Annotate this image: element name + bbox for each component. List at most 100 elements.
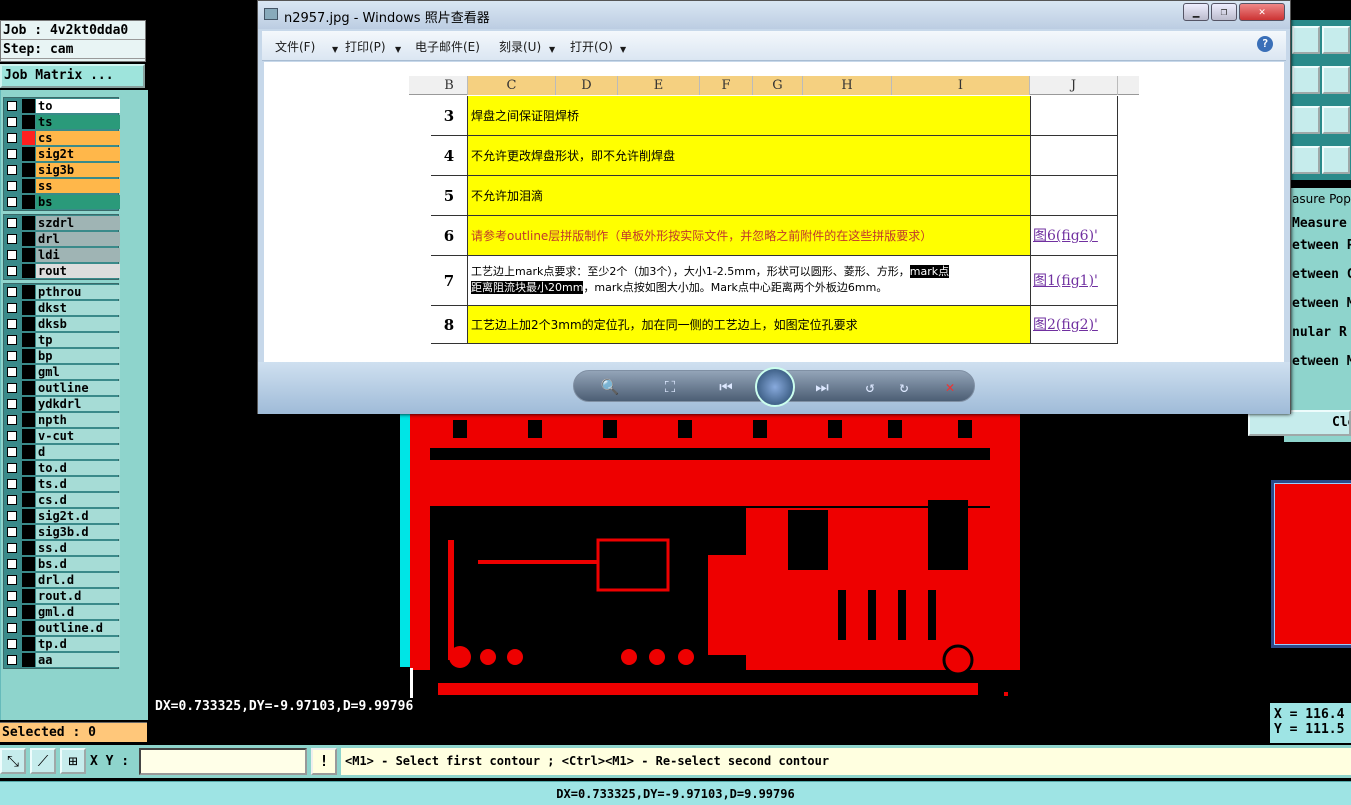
layer-checkbox[interactable] — [7, 447, 17, 457]
layer-checkbox[interactable] — [7, 575, 17, 585]
delete-icon[interactable]: ✕ — [938, 377, 962, 397]
layer-row[interactable]: rout — [4, 263, 120, 279]
layer-row[interactable]: bp — [4, 348, 120, 364]
layer-row[interactable]: bs — [4, 194, 120, 210]
xy-input[interactable] — [139, 748, 307, 775]
layer-row[interactable]: ss — [4, 178, 120, 194]
layer-row[interactable]: to — [4, 98, 120, 114]
layer-checkbox[interactable] — [7, 383, 17, 393]
menu-print[interactable]: 打印(P) — [345, 38, 386, 55]
layer-row[interactable]: ldi — [4, 247, 120, 263]
rotate-left-icon[interactable]: ↺ — [858, 377, 882, 397]
layer-checkbox[interactable] — [7, 431, 17, 441]
move-icon[interactable] — [1322, 106, 1350, 134]
layer-checkbox[interactable] — [7, 607, 17, 617]
layer-row[interactable]: dksb — [4, 316, 120, 332]
layer-row[interactable]: ts.d — [4, 476, 120, 492]
tool-button-4[interactable] — [1322, 66, 1350, 94]
zoom-area-icon[interactable]: ⤡ — [0, 748, 26, 774]
tool-button-7[interactable] — [1292, 146, 1320, 174]
maximize-icon[interactable]: ❐ — [1211, 3, 1237, 21]
layer-checkbox[interactable] — [7, 117, 17, 127]
minimize-icon[interactable]: ▁ — [1183, 3, 1209, 21]
viewer-titlebar[interactable]: n2957.jpg - Windows 照片查看器 ▁ ❐ ✕ — [258, 1, 1290, 29]
menu-burn[interactable]: 刻录(U) — [499, 38, 541, 55]
layer-row[interactable]: pthrou — [4, 284, 120, 300]
layer-row[interactable]: d — [4, 444, 120, 460]
layer-checkbox[interactable] — [7, 399, 17, 409]
layer-checkbox[interactable] — [7, 303, 17, 313]
layer-row[interactable]: ts — [4, 114, 120, 130]
layer-row[interactable]: dkst — [4, 300, 120, 316]
measure-option-2[interactable]: etween C — [1292, 267, 1351, 282]
measure-option-4[interactable]: nular R — [1292, 325, 1351, 340]
layer-checkbox[interactable] — [7, 543, 17, 553]
layer-checkbox[interactable] — [7, 527, 17, 537]
layer-checkbox[interactable] — [7, 165, 17, 175]
layer-row[interactable]: sig2t.d — [4, 508, 120, 524]
layer-checkbox[interactable] — [7, 367, 17, 377]
layer-row[interactable]: tp — [4, 332, 120, 348]
layer-row[interactable]: sig3b.d — [4, 524, 120, 540]
layer-row[interactable]: v-cut — [4, 428, 120, 444]
menu-email[interactable]: 电子邮件(E) — [415, 38, 480, 55]
layer-checkbox[interactable] — [7, 623, 17, 633]
layer-row[interactable]: drl — [4, 231, 120, 247]
layer-row[interactable]: bs.d — [4, 556, 120, 572]
warning-button[interactable]: ! — [311, 748, 337, 775]
layer-checkbox[interactable] — [7, 101, 17, 111]
layer-checkbox[interactable] — [7, 639, 17, 649]
tool-button-2[interactable] — [1322, 26, 1350, 54]
layer-checkbox[interactable] — [7, 287, 17, 297]
tool-button-3[interactable] — [1292, 66, 1320, 94]
menu-open[interactable]: 打开(O) — [570, 38, 613, 55]
layer-row[interactable]: outline — [4, 380, 120, 396]
layer-row[interactable]: sig3b — [4, 162, 120, 178]
layer-row[interactable]: outline.d — [4, 620, 120, 636]
tool-button-8[interactable] — [1322, 146, 1350, 174]
menu-file[interactable]: 文件(F) — [275, 38, 315, 55]
tool-button-5[interactable] — [1292, 106, 1320, 134]
close-window-icon[interactable]: ✕ — [1239, 3, 1285, 21]
layer-row[interactable]: gml.d — [4, 604, 120, 620]
fit-window-icon[interactable]: ⛶ — [658, 377, 682, 397]
layer-row[interactable]: aa — [4, 652, 120, 668]
layer-checkbox[interactable] — [7, 495, 17, 505]
layer-checkbox[interactable] — [7, 197, 17, 207]
zoom-icon[interactable]: 🔍 — [598, 377, 622, 397]
layer-checkbox[interactable] — [7, 479, 17, 489]
layer-checkbox[interactable] — [7, 181, 17, 191]
layer-checkbox[interactable] — [7, 351, 17, 361]
slideshow-icon[interactable] — [755, 367, 795, 407]
previous-icon[interactable]: ⏮ — [714, 377, 738, 397]
measure-tool-icon[interactable]: ⟋ — [30, 748, 56, 774]
measure-option-3[interactable]: etween M — [1292, 296, 1351, 311]
layer-checkbox[interactable] — [7, 133, 17, 143]
layer-checkbox[interactable] — [7, 591, 17, 601]
layer-checkbox[interactable] — [7, 149, 17, 159]
rotate-right-icon[interactable]: ↻ — [892, 377, 916, 397]
layer-checkbox[interactable] — [7, 218, 17, 228]
layer-checkbox[interactable] — [7, 266, 17, 276]
layer-row[interactable]: npth — [4, 412, 120, 428]
layer-row[interactable]: to.d — [4, 460, 120, 476]
help-icon[interactable]: ? — [1257, 36, 1273, 52]
layer-checkbox[interactable] — [7, 319, 17, 329]
layer-row[interactable]: tp.d — [4, 636, 120, 652]
layer-row[interactable]: drl.d — [4, 572, 120, 588]
layer-row[interactable]: ydkdrl — [4, 396, 120, 412]
layer-checkbox[interactable] — [7, 511, 17, 521]
layer-checkbox[interactable] — [7, 463, 17, 473]
measure-option-1[interactable]: etween P — [1292, 238, 1351, 253]
next-icon[interactable]: ⏭ — [810, 377, 834, 397]
layer-row[interactable]: gml — [4, 364, 120, 380]
layer-checkbox[interactable] — [7, 335, 17, 345]
layer-row[interactable]: szdrl — [4, 215, 120, 231]
layer-checkbox[interactable] — [7, 250, 17, 260]
layer-checkbox[interactable] — [7, 415, 17, 425]
layer-row[interactable]: sig2t — [4, 146, 120, 162]
measure-option-5[interactable]: etween M — [1292, 354, 1351, 369]
job-matrix-button[interactable]: Job Matrix ... — [0, 64, 145, 88]
layer-checkbox[interactable] — [7, 234, 17, 244]
layer-checkbox[interactable] — [7, 655, 17, 665]
